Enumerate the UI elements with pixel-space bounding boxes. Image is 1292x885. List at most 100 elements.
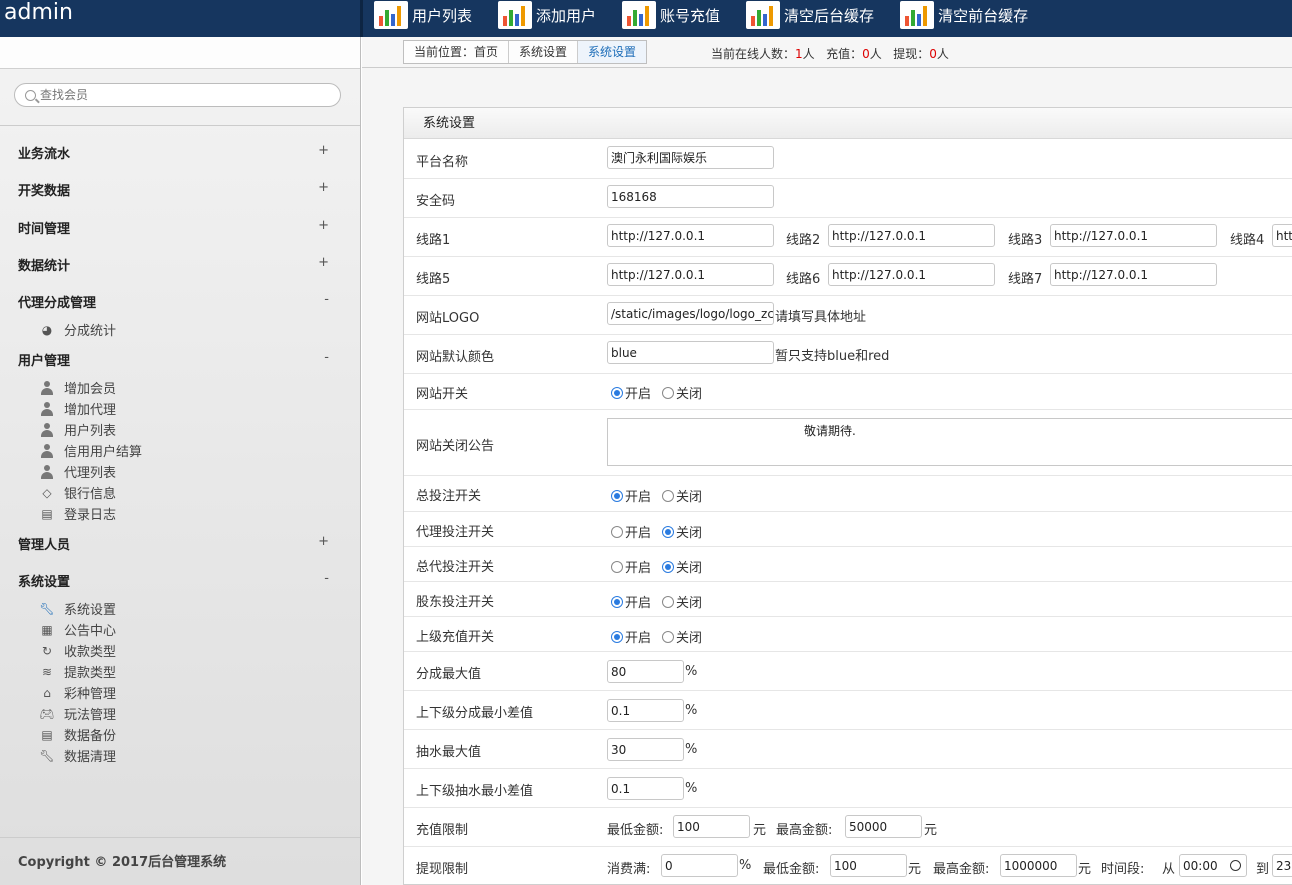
upper-recharge-on-radio[interactable]: 开启 bbox=[611, 627, 651, 646]
line3-input[interactable] bbox=[1050, 224, 1217, 247]
share-max-input[interactable] bbox=[607, 660, 684, 683]
sidebar-group-agent-share[interactable]: 代理分成管理 - bbox=[18, 292, 333, 311]
clock-icon bbox=[1230, 860, 1241, 871]
general-agent-bet-off-radio[interactable]: 关闭 bbox=[662, 557, 702, 576]
copyright: Copyright © 2017后台管理系统 bbox=[18, 855, 227, 870]
general-agent-bet-on-radio[interactable]: 开启 bbox=[611, 557, 651, 576]
item-label: 收款类型 bbox=[64, 645, 117, 660]
sidebar-item-withdraw-types[interactable]: ≋ 提款类型 bbox=[40, 662, 116, 682]
sidebar-item-data-backup[interactable]: ▤ 数据备份 bbox=[40, 725, 116, 745]
line1-input[interactable] bbox=[607, 224, 774, 247]
sidebar-group-time[interactable]: 时间管理 + bbox=[18, 218, 333, 237]
nav-add-user[interactable]: 添加用户 bbox=[498, 0, 596, 30]
online-count: 1 bbox=[795, 47, 803, 61]
field-label: 股东投注开关 bbox=[416, 595, 495, 610]
withdraw-min-input[interactable] bbox=[830, 854, 907, 877]
sidebar-group-lottery-data[interactable]: 开奖数据 + bbox=[18, 180, 333, 199]
platform-name-input[interactable] bbox=[607, 146, 774, 169]
sidebar-item-credit-settlement[interactable]: 信用用户结算 bbox=[40, 441, 142, 460]
unit-label: % bbox=[739, 858, 752, 873]
sidebar-group-system-settings[interactable]: 系统设置 - bbox=[18, 571, 333, 590]
shareholder-bet-off-radio[interactable]: 关闭 bbox=[662, 592, 702, 611]
rebate-max-input[interactable] bbox=[607, 738, 684, 761]
user-add-icon bbox=[40, 401, 54, 416]
line5-input[interactable] bbox=[607, 263, 774, 286]
bet-off-radio[interactable]: 关闭 bbox=[662, 486, 702, 505]
agent-bet-off-radio[interactable]: 关闭 bbox=[662, 522, 702, 541]
pie-icon: ◕ bbox=[41, 322, 53, 337]
bet-on-radio[interactable]: 开启 bbox=[611, 486, 651, 505]
field-label: 提现限制 bbox=[416, 862, 469, 877]
sidebar: 业务流水 + 开奖数据 + 时间管理 + 数据统计 + 代理分成管理 - ◕ 分成统计 用户… bbox=[0, 37, 361, 885]
row-share-max: 分成最大值 % bbox=[404, 652, 1292, 691]
radio-label: 关闭 bbox=[676, 631, 703, 646]
nav-label: 清空前台缓存 bbox=[938, 6, 1029, 25]
line6-input[interactable] bbox=[828, 263, 995, 286]
sidebar-group-user-management[interactable]: 用户管理 - bbox=[18, 350, 333, 369]
logo-input[interactable] bbox=[607, 302, 774, 325]
building-icon: ⌂ bbox=[43, 685, 51, 700]
sidebar-item-announcements[interactable]: ▦ 公告中心 bbox=[40, 620, 116, 640]
site-close-notice-textarea[interactable]: 敬请期待. bbox=[607, 418, 1292, 466]
sidebar-item-system-settings[interactable]: 🔧︎ 系统设置 bbox=[39, 599, 116, 619]
breadcrumb-home[interactable]: 当前位置：首页 bbox=[404, 41, 510, 63]
sidebar-item-lottery-types[interactable]: ⌂ 彩种管理 bbox=[40, 683, 116, 703]
withdraw-max-input[interactable] bbox=[1000, 854, 1077, 877]
upper-recharge-off-radio[interactable]: 关闭 bbox=[662, 627, 702, 646]
recharge-min-input[interactable] bbox=[673, 815, 750, 838]
field-label: 最高金额: bbox=[776, 823, 833, 838]
share-min-diff-input[interactable] bbox=[607, 699, 684, 722]
nav-clear-frontend-cache[interactable]: 清空前台缓存 bbox=[900, 0, 1028, 30]
to-time-input[interactable] bbox=[1272, 854, 1292, 877]
default-color-input[interactable] bbox=[607, 341, 774, 364]
sidebar-item-add-agent[interactable]: 增加代理 bbox=[40, 399, 116, 418]
site-off-radio[interactable]: 关闭 bbox=[662, 383, 702, 402]
nav-user-list[interactable]: 用户列表 bbox=[374, 0, 472, 30]
sidebar-item-add-member[interactable]: 增加会员 bbox=[40, 378, 116, 397]
rebate-min-diff-input[interactable] bbox=[607, 777, 684, 800]
security-code-input[interactable] bbox=[607, 185, 774, 208]
sidebar-item-user-list[interactable]: 用户列表 bbox=[40, 420, 116, 439]
nav-label: 用户列表 bbox=[412, 6, 473, 25]
nav-account-recharge[interactable]: 账号充值 bbox=[622, 0, 720, 30]
sidebar-group-business[interactable]: 业务流水 + bbox=[18, 143, 333, 162]
row-site-close-notice: 网站关闭公告 敬请期待. bbox=[404, 410, 1292, 476]
sidebar-item-agent-list[interactable]: 代理列表 bbox=[40, 462, 116, 481]
nav-clear-backend-cache[interactable]: 清空后台缓存 bbox=[746, 0, 874, 30]
sidebar-item-play-management[interactable]: 🎮︎ 玩法管理 bbox=[39, 704, 116, 724]
agent-bet-on-radio[interactable]: 开启 bbox=[611, 522, 651, 541]
member-search-input[interactable] bbox=[40, 88, 320, 102]
site-on-radio[interactable]: 开启 bbox=[611, 383, 651, 402]
radio-label: 开启 bbox=[625, 526, 652, 541]
member-search[interactable] bbox=[14, 83, 341, 107]
recharge-max-input[interactable] bbox=[845, 815, 922, 838]
field-label: 最低金额: bbox=[763, 862, 820, 877]
sidebar-item-bank-info[interactable]: ◇ 银行信息 bbox=[40, 483, 116, 503]
shareholder-bet-on-radio[interactable]: 开启 bbox=[611, 592, 651, 611]
item-label: 用户列表 bbox=[64, 424, 117, 439]
nav-label: 清空后台缓存 bbox=[784, 6, 875, 25]
field-label: 时间段: bbox=[1101, 862, 1145, 877]
sidebar-item-data-cleanup[interactable]: 🔧︎ 数据清理 bbox=[39, 746, 116, 766]
brand-title: admin bbox=[4, 0, 73, 25]
wrench-icon: 🔧︎ bbox=[39, 748, 55, 763]
sidebar-group-statistics[interactable]: 数据统计 + bbox=[18, 255, 333, 274]
sidebar-group-admins[interactable]: 管理人员 + bbox=[18, 534, 333, 553]
sidebar-item-login-log[interactable]: ▤ 登录日志 bbox=[40, 504, 116, 524]
unit-label: 人 bbox=[802, 47, 815, 61]
search-icon bbox=[25, 89, 36, 101]
sidebar-item-payment-types[interactable]: ↻ 收款类型 bbox=[40, 641, 117, 661]
group-label: 代理分成管理 bbox=[18, 296, 97, 311]
unit-label: 元 bbox=[753, 823, 767, 838]
radio-unchecked-icon bbox=[662, 595, 674, 608]
field-label: 抽水最大值 bbox=[416, 745, 482, 760]
line4-input[interactable] bbox=[1272, 224, 1292, 247]
sidebar-item-share-stats[interactable]: ◕ 分成统计 bbox=[40, 320, 116, 340]
row-rebate-max: 抽水最大值 % bbox=[404, 730, 1292, 769]
line7-input[interactable] bbox=[1050, 263, 1217, 286]
consume-input[interactable] bbox=[661, 854, 738, 877]
row-site-switch: 网站开关 开启 关闭 bbox=[404, 374, 1292, 410]
chart-icon bbox=[746, 1, 781, 29]
line2-input[interactable] bbox=[828, 224, 995, 247]
breadcrumb-parent[interactable]: 系统设置 bbox=[509, 41, 579, 63]
